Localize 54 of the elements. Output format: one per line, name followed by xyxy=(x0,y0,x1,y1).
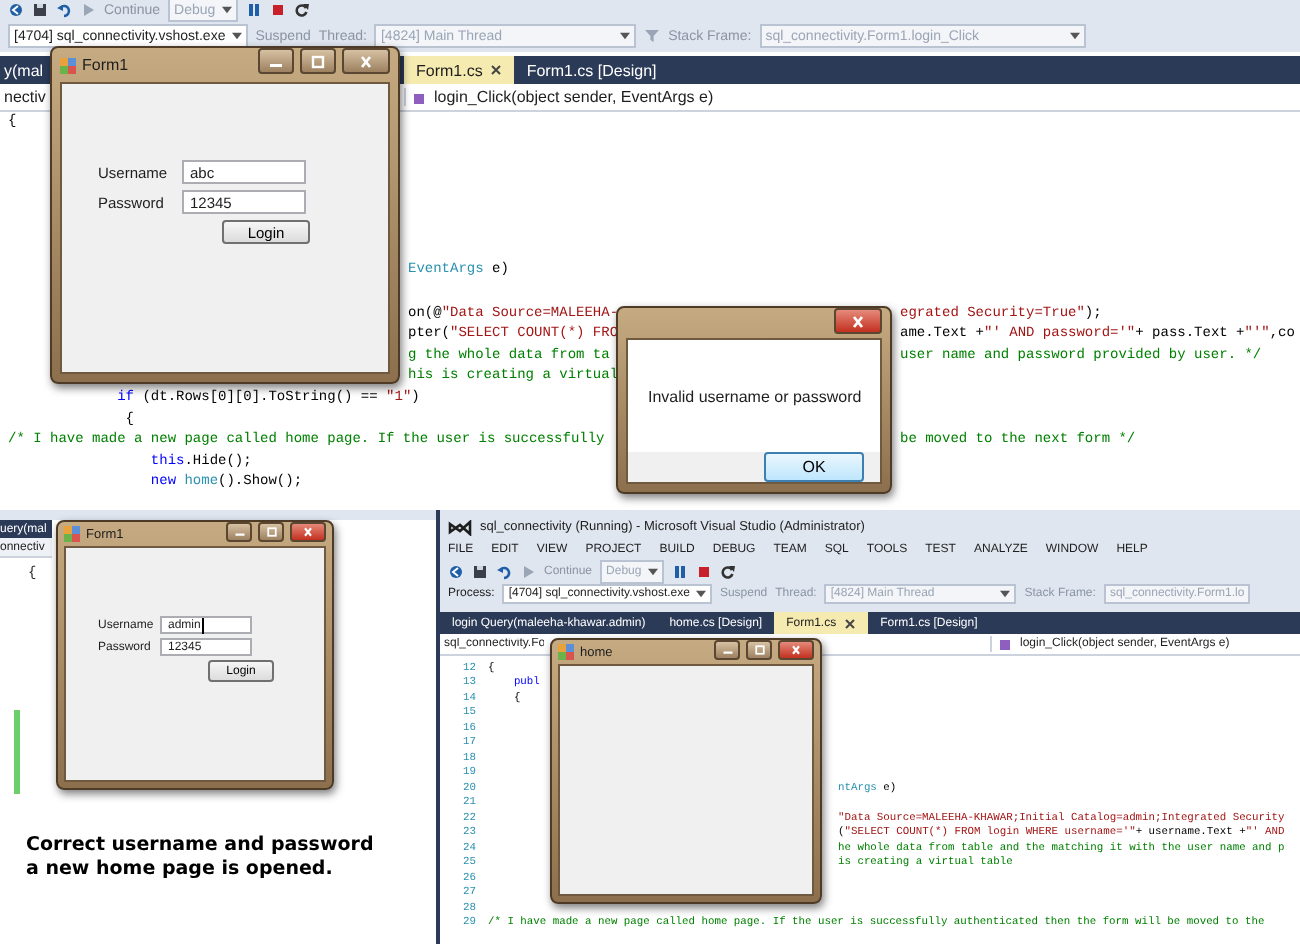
pause-icon[interactable] xyxy=(245,2,262,18)
close-icon xyxy=(848,313,868,329)
file-tab[interactable]: Form1.cs xyxy=(404,56,515,84)
stop-icon[interactable] xyxy=(269,2,286,18)
caret-icon xyxy=(221,6,232,14)
ok-button[interactable]: OK xyxy=(764,452,864,482)
undo-icon[interactable] xyxy=(56,2,72,18)
close-button[interactable] xyxy=(778,640,814,660)
save-icon[interactable] xyxy=(32,2,48,18)
method-icon xyxy=(412,89,428,105)
restart-icon[interactable] xyxy=(719,563,736,579)
minimize-button[interactable] xyxy=(258,48,294,74)
minimize-button[interactable] xyxy=(226,522,252,542)
maximize-icon xyxy=(263,526,279,538)
form-icon xyxy=(558,644,574,660)
close-icon xyxy=(356,53,376,69)
change-bar xyxy=(14,710,20,794)
maximize-button[interactable] xyxy=(258,522,284,542)
type-dropdown[interactable]: nectiv xyxy=(0,88,48,106)
maximize-button[interactable] xyxy=(746,640,772,660)
caret-icon xyxy=(620,32,631,40)
member-dropdown[interactable]: login_Click(object sender, EventArgs e) xyxy=(404,88,1300,106)
restart-icon[interactable] xyxy=(293,2,310,18)
close-button[interactable] xyxy=(290,522,326,542)
caret-icon xyxy=(1000,590,1011,598)
maximize-icon xyxy=(308,53,328,69)
close-icon xyxy=(788,644,804,656)
file-tab[interactable]: y(mal xyxy=(0,56,50,84)
back-icon[interactable] xyxy=(448,563,464,579)
caret-icon xyxy=(1069,32,1080,40)
close-button[interactable] xyxy=(342,48,390,74)
close-icon[interactable] xyxy=(844,617,857,629)
caption-text: Correct username and password a new home page is opened. xyxy=(26,834,376,882)
stop-icon[interactable] xyxy=(695,563,712,579)
method-icon xyxy=(998,636,1014,652)
close-icon[interactable] xyxy=(490,64,503,76)
caret-icon xyxy=(695,590,706,598)
maximize-icon xyxy=(751,644,767,656)
maximize-button[interactable] xyxy=(300,48,336,74)
save-icon[interactable] xyxy=(472,563,488,579)
window-title: Form1 xyxy=(82,56,129,74)
undo-icon[interactable] xyxy=(496,563,512,579)
form-icon xyxy=(60,57,76,73)
close-icon xyxy=(300,526,316,538)
caret-icon xyxy=(647,567,658,575)
file-tab[interactable]: Form1.cs [Design] xyxy=(514,56,669,84)
back-icon[interactable] xyxy=(8,2,24,18)
error-message: Invalid username or password xyxy=(648,387,862,405)
pause-icon[interactable] xyxy=(671,563,688,579)
form-icon xyxy=(64,526,80,542)
logo-icon xyxy=(448,519,472,535)
close-button[interactable] xyxy=(834,308,882,334)
caret-icon xyxy=(231,32,242,40)
minimize-button[interactable] xyxy=(714,640,740,660)
